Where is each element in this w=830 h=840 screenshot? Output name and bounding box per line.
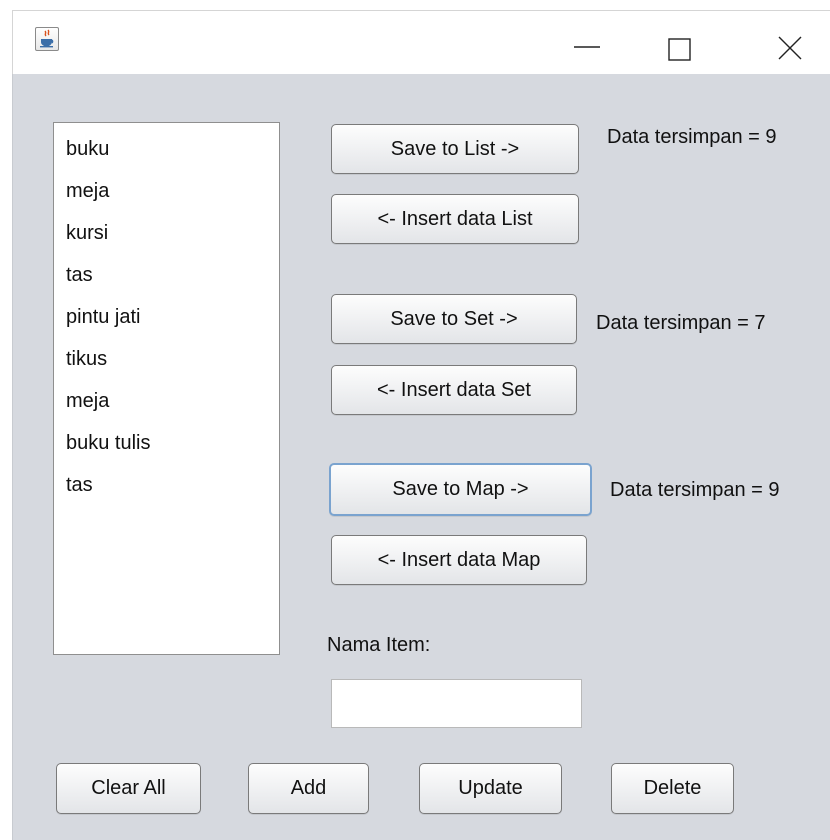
list-item[interactable]: tas [54, 261, 279, 303]
main-panel: buku meja kursi tas pintu jati tikus mej… [12, 74, 830, 840]
list-item[interactable]: meja [54, 387, 279, 429]
save-to-map-button[interactable]: Save to Map -> [329, 463, 592, 516]
insert-data-set-button[interactable]: <- Insert data Set [331, 365, 577, 415]
nama-item-input[interactable] [331, 679, 582, 728]
list-item[interactable]: tikus [54, 345, 279, 387]
list-count-label: Data tersimpan = 9 [607, 126, 777, 148]
close-icon[interactable] [767, 21, 811, 61]
map-count-label: Data tersimpan = 9 [610, 479, 780, 501]
minimize-icon[interactable] [565, 21, 609, 61]
list-item[interactable]: meja [54, 177, 279, 219]
add-button[interactable]: Add [248, 763, 369, 814]
save-to-list-button[interactable]: Save to List -> [331, 124, 579, 174]
list-item[interactable]: buku tulis [54, 429, 279, 471]
nama-item-label: Nama Item: [327, 634, 431, 656]
insert-data-list-button[interactable]: <- Insert data List [331, 194, 579, 244]
items-list[interactable]: buku meja kursi tas pintu jati tikus mej… [53, 122, 280, 655]
save-to-set-button[interactable]: Save to Set -> [331, 294, 577, 344]
list-item[interactable]: kursi [54, 219, 279, 261]
list-item[interactable]: pintu jati [54, 303, 279, 345]
maximize-icon[interactable] [657, 21, 701, 61]
set-count-label: Data tersimpan = 7 [596, 312, 766, 334]
clear-all-button[interactable]: Clear All [56, 763, 201, 814]
list-item[interactable]: buku [54, 135, 279, 177]
delete-button[interactable]: Delete [611, 763, 734, 814]
update-button[interactable]: Update [419, 763, 562, 814]
title-bar [12, 10, 830, 75]
list-item[interactable]: tas [54, 471, 279, 513]
java-coffee-icon[interactable] [35, 27, 59, 51]
insert-data-map-button[interactable]: <- Insert data Map [331, 535, 587, 585]
